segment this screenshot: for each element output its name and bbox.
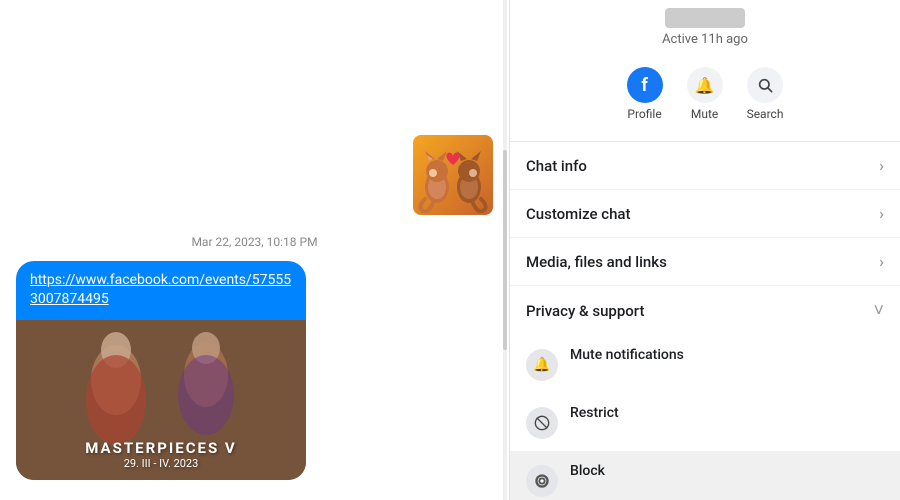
scroll-indicator (503, 0, 507, 500)
privacy-items: 🔔 Mute notifications Restrict (510, 335, 900, 500)
action-buttons: f Profile 🔔 Mute Search (526, 59, 884, 129)
link-preview: MASTERPIECES V 29. III - IV. 2023 (16, 320, 306, 480)
avatar (665, 8, 745, 28)
date-separator: Mar 22, 2023, 10:18 PM (16, 235, 493, 249)
profile-header: Active 11h ago f Profile 🔔 Mute (510, 0, 900, 142)
chat-panel: Mar 22, 2023, 10:18 PM https://www.faceb… (0, 0, 510, 500)
block-icon (526, 465, 558, 497)
media-files-links-item[interactable]: Media, files and links › (510, 238, 900, 286)
preview-overlay: MASTERPIECES V 29. III - IV. 2023 (26, 439, 296, 470)
block-label: Block (570, 463, 884, 479)
restrict-label: Restrict (570, 405, 884, 421)
preview-title: MASTERPIECES V (26, 439, 296, 457)
mute-icon: 🔔 (687, 67, 723, 103)
mute-action-button[interactable]: 🔔 Mute (687, 67, 723, 121)
privacy-support-chevron: ˅ (873, 300, 884, 321)
privacy-section: Privacy & support ˅ 🔔 Mute notifications (510, 286, 900, 500)
restrict-icon (526, 407, 558, 439)
block-item[interactable]: Block (510, 451, 900, 500)
mute-notifications-icon: 🔔 (526, 349, 558, 381)
customize-chat-item[interactable]: Customize chat › (510, 190, 900, 238)
restrict-content: Restrict (570, 405, 884, 421)
profile-label: Profile (627, 107, 661, 121)
privacy-support-header[interactable]: Privacy & support ˅ (510, 286, 900, 335)
chat-info-chevron: › (879, 156, 884, 175)
restrict-item[interactable]: Restrict (510, 393, 900, 451)
profile-action-button[interactable]: f Profile (627, 67, 663, 121)
link-message[interactable]: https://www.facebook.com/events/57555300… (16, 261, 306, 480)
sticker-image (413, 135, 493, 215)
media-files-chevron: › (879, 252, 884, 271)
chat-messages: Mar 22, 2023, 10:18 PM https://www.faceb… (0, 0, 509, 500)
chat-info-item[interactable]: Chat info › (510, 142, 900, 190)
media-files-links-label: Media, files and links (526, 253, 667, 271)
block-content: Block (570, 463, 884, 479)
search-icon (747, 67, 783, 103)
menu-list: Chat info › Customize chat › Media, file… (510, 142, 900, 500)
link-url[interactable]: https://www.facebook.com/events/57555300… (16, 261, 306, 320)
mute-notifications-label: Mute notifications (570, 347, 884, 363)
right-panel: Active 11h ago f Profile 🔔 Mute (510, 0, 900, 500)
active-status: Active 11h ago (526, 32, 884, 47)
avatar-area (526, 8, 884, 28)
customize-chat-label: Customize chat (526, 205, 631, 223)
customize-chat-chevron: › (879, 204, 884, 223)
scroll-thumb (503, 150, 507, 350)
mute-notifications-item[interactable]: 🔔 Mute notifications (510, 335, 900, 393)
mute-notifications-content: Mute notifications (570, 347, 884, 363)
facebook-profile-icon: f (627, 67, 663, 103)
sticker-message (16, 135, 493, 215)
preview-subtitle: 29. III - IV. 2023 (26, 457, 296, 470)
chat-info-label: Chat info (526, 157, 587, 175)
search-label: Search (747, 107, 784, 121)
mute-label: Mute (691, 107, 718, 121)
privacy-support-label: Privacy & support (526, 302, 644, 320)
link-preview-image: MASTERPIECES V 29. III - IV. 2023 (16, 320, 306, 480)
search-action-button[interactable]: Search (747, 67, 784, 121)
